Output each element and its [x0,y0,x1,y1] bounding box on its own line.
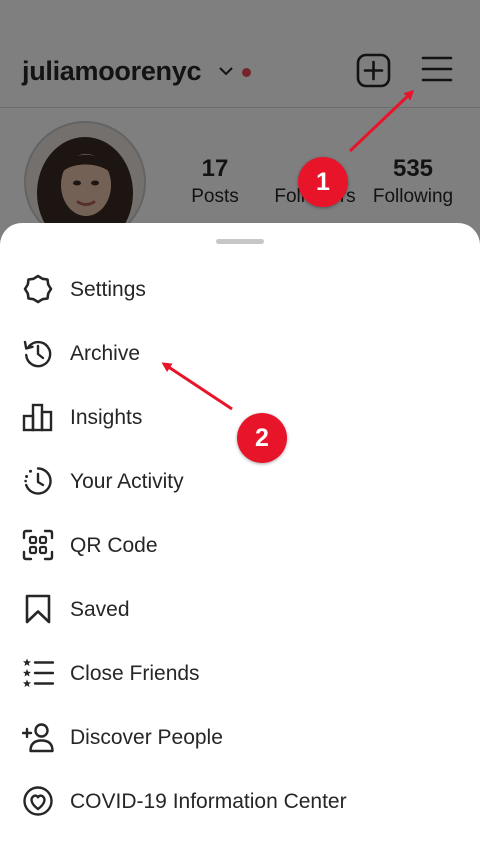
drag-handle[interactable] [216,239,264,244]
settings-icon [23,274,53,304]
menu-item-label: Archive [70,342,141,365]
menu-item-discover-people[interactable]: Discover People [0,705,480,769]
menu-item-label: Insights [70,406,143,429]
insights-icon [22,403,53,432]
covid-info-icon [23,786,53,816]
menu-item-label: Close Friends [70,662,200,685]
add-person-icon [22,723,54,753]
close-friends-icon [23,658,54,687]
step-2-badge: 2 [237,413,287,463]
archive-icon [23,340,52,368]
qr-code-icon [22,529,54,561]
menu-item-label: Saved [70,598,130,621]
menu-item-label: COVID-19 Information Center [70,790,347,813]
menu-item-archive[interactable]: Archive [0,321,480,385]
bookmark-icon [25,594,51,624]
menu-item-label: Discover People [70,726,223,749]
menu-item-settings[interactable]: Settings [0,257,480,321]
menu-item-close-friends[interactable]: Close Friends [0,641,480,705]
menu-item-label: Settings [70,278,146,301]
menu-item-covid-info[interactable]: COVID-19 Information Center [0,769,480,833]
menu-item-your-activity[interactable]: Your Activity [0,449,480,513]
menu-item-label: Your Activity [70,470,184,493]
menu-item-label: QR Code [70,534,158,557]
step-1-badge: 1 [298,157,348,207]
activity-icon [24,467,52,495]
menu-item-saved[interactable]: Saved [0,577,480,641]
menu-item-qr-code[interactable]: QR Code [0,513,480,577]
options-bottom-sheet: Settings Archive Insights Your Activity [0,223,480,863]
